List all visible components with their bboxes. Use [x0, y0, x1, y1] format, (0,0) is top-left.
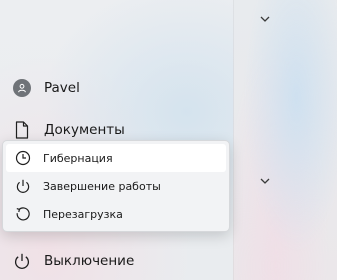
- power-icon: [12, 251, 32, 271]
- document-icon: [12, 120, 32, 140]
- power-options-menu: Гибернация Завершение работы Перезагрузк…: [2, 140, 230, 232]
- power-button[interactable]: Выключение: [12, 247, 134, 275]
- menu-item-label: Завершение работы: [43, 179, 161, 193]
- user-name: Pavel: [44, 80, 80, 96]
- menu-item-hibernate[interactable]: Гибернация: [6, 144, 226, 172]
- restart-icon: [14, 205, 32, 223]
- avatar: [12, 78, 32, 98]
- clock-icon: [14, 149, 32, 167]
- chevron-down-icon[interactable]: [259, 175, 271, 187]
- menu-item-restart[interactable]: Перезагрузка: [6, 200, 226, 228]
- menu-item-label: Перезагрузка: [43, 207, 123, 221]
- chevron-down-icon[interactable]: [259, 13, 271, 25]
- user-account-button[interactable]: Pavel: [12, 74, 80, 102]
- menu-item-shutdown[interactable]: Завершение работы: [6, 172, 226, 200]
- person-icon: [13, 79, 31, 97]
- menu-item-label: Гибернация: [43, 151, 113, 165]
- power-icon: [14, 177, 32, 195]
- start-menu-right-pane: [233, 0, 337, 280]
- nav-item-label: Документы: [44, 122, 125, 138]
- power-button-label: Выключение: [44, 253, 135, 269]
